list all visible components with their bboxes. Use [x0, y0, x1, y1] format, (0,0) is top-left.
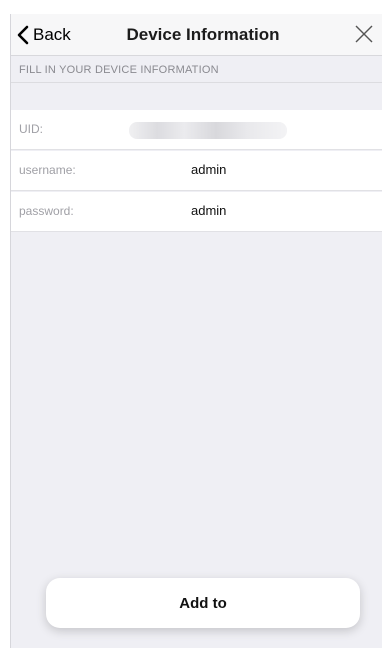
- add-to-button[interactable]: Add to: [46, 578, 360, 628]
- navigation-bar: Back Device Information: [11, 14, 382, 56]
- password-label: password:: [19, 204, 74, 218]
- section-header: FILL IN YOUR DEVICE INFORMATION: [11, 57, 382, 83]
- username-row[interactable]: username: admin: [11, 151, 382, 191]
- uid-field[interactable]: [129, 122, 287, 139]
- close-icon[interactable]: [353, 23, 375, 45]
- uid-row[interactable]: UID:: [11, 110, 382, 150]
- device-information-screen: Back Device Information FILL IN YOUR DEV…: [10, 14, 382, 648]
- username-field[interactable]: admin: [191, 162, 226, 177]
- uid-label: UID:: [19, 122, 43, 136]
- page-title: Device Information: [126, 25, 280, 44]
- password-field[interactable]: admin: [191, 203, 226, 218]
- username-label: username:: [19, 163, 76, 177]
- password-row[interactable]: password: admin: [11, 192, 382, 232]
